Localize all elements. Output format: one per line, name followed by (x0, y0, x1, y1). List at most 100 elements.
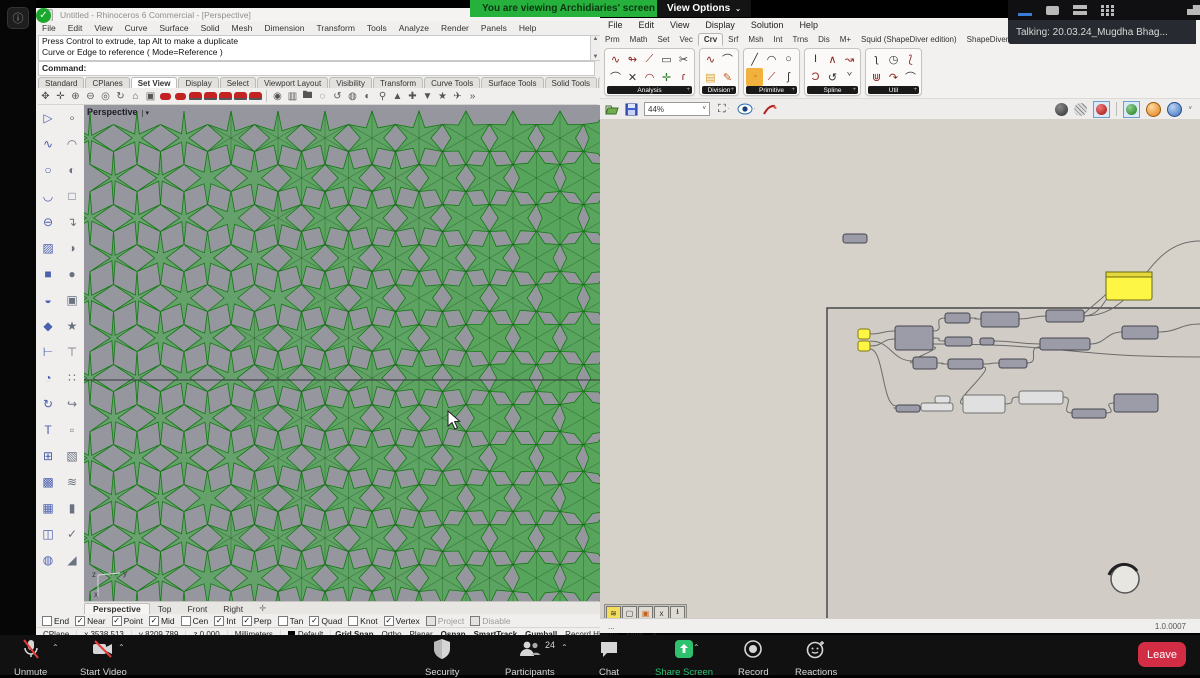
gallery-view-icon[interactable] (1073, 5, 1087, 15)
gh-tab-prm[interactable]: Prm (600, 34, 625, 45)
gh-component[interactable] (935, 396, 950, 403)
rhino-tab-standard[interactable]: Standard (38, 77, 84, 88)
viewport-tab-perspective[interactable]: Perspective (84, 603, 150, 614)
gh-component[interactable] (858, 329, 870, 339)
toolbar-tool-icon[interactable]: ★ (435, 89, 450, 103)
gh-group-label[interactable]: Division+ (702, 86, 736, 94)
toolbar-tool-icon[interactable]: ✛ (53, 89, 68, 103)
gh-tab-msh[interactable]: Msh (743, 34, 768, 45)
zoom-extents-caret-icon[interactable]: · (728, 106, 730, 112)
gh-mini-tool-icon[interactable]: ▣ (638, 606, 653, 618)
sidebar-tool-icon[interactable]: ■ (36, 261, 60, 287)
sidebar-tool-icon[interactable]: ≋ (60, 469, 84, 495)
gh-component-icon[interactable]: ◠ (763, 50, 780, 68)
grid-view-icon[interactable] (1101, 5, 1115, 16)
gh-component-icon[interactable]: ⟋ (763, 68, 780, 86)
sidebar-tool-icon[interactable]: ▩ (36, 469, 60, 495)
gh-group-expand-icon[interactable]: + (791, 87, 795, 93)
gh-menu-display[interactable]: Display (697, 20, 743, 30)
gh-component[interactable] (980, 338, 994, 345)
gh-component-icon[interactable]: ◔ (746, 68, 763, 86)
gh-component-icon[interactable]: ⟅ (902, 50, 919, 68)
display-gem-red-icon[interactable] (1093, 101, 1110, 118)
rhino-menu-tools[interactable]: Tools (361, 23, 393, 33)
gh-component[interactable] (895, 326, 933, 350)
rhino-menu-view[interactable]: View (88, 23, 118, 33)
osnap-checkbox-disable[interactable] (470, 616, 480, 626)
info-icon[interactable]: ⓘ (7, 7, 29, 29)
unmute-caret-icon[interactable]: ⌃ (52, 643, 59, 652)
rhino-menu-surface[interactable]: Surface (153, 23, 194, 33)
sidebar-tool-icon[interactable]: ◐ (60, 157, 84, 183)
gh-component-icon[interactable]: ⌒ (719, 50, 736, 68)
rhino-menu-transform[interactable]: Transform (310, 23, 360, 33)
toolbar-tool-icon[interactable]: ▣ (143, 89, 158, 103)
gh-menu-view[interactable]: View (662, 20, 697, 30)
toolbar-tool-icon[interactable]: ✈ (450, 89, 465, 103)
osnap-checkbox-int[interactable]: ✓ (214, 616, 224, 626)
gh-component-icon[interactable]: ◠ (641, 68, 658, 86)
gh-component-icon[interactable]: ∿ (607, 50, 624, 68)
rhino-tab-set-view[interactable]: Set View (131, 77, 178, 88)
viewport-tab-right[interactable]: Right (215, 604, 251, 614)
sidebar-tool-icon[interactable]: ∘ (60, 105, 84, 131)
rhino-menu-analyze[interactable]: Analyze (393, 23, 435, 33)
toolbar-tool-icon[interactable]: ⊖ (83, 89, 98, 103)
canvas-zoom-select[interactable]: 44%˅ (644, 102, 710, 116)
gh-component-icon[interactable]: ↺ (824, 68, 841, 86)
display-ball-orange-icon[interactable] (1146, 102, 1161, 117)
toolbar-tool-icon[interactable]: ⊕ (68, 89, 83, 103)
rhino-menu-help[interactable]: Help (513, 23, 542, 33)
toolbar-tool-icon[interactable]: ✥ (38, 89, 53, 103)
toolbar-tool-icon[interactable]: ✚ (405, 89, 420, 103)
gh-menu-help[interactable]: Help (791, 20, 826, 30)
gh-component-icon[interactable]: ᘁ (841, 68, 858, 86)
zoom-extents-icon[interactable]: ⛶ (718, 103, 726, 116)
gh-component-icon[interactable]: ∿ (702, 50, 719, 68)
gh-component-icon[interactable]: I (807, 50, 824, 68)
gh-menu-file[interactable]: File (600, 20, 631, 30)
sidebar-tool-icon[interactable]: ◆ (36, 313, 60, 339)
sidebar-tool-icon[interactable]: ◠ (60, 131, 84, 157)
osnap-checkbox-perp[interactable]: ✓ (242, 616, 252, 626)
osnap-checkbox-vertex[interactable]: ✓ (384, 616, 394, 626)
gh-component[interactable] (948, 359, 983, 369)
sidebar-tool-icon[interactable]: ★ (60, 313, 84, 339)
sidebar-tool-icon[interactable]: ▧ (60, 443, 84, 469)
gh-mini-tool-icon[interactable]: x (654, 606, 669, 618)
sidebar-tool-icon[interactable]: ▨ (36, 235, 60, 261)
toolbar-tool-icon[interactable]: ▲ (390, 89, 405, 103)
preview-eye-icon[interactable] (737, 103, 753, 115)
gh-tab-srf[interactable]: Srf (723, 34, 743, 45)
gh-component[interactable] (945, 313, 970, 323)
toolbar-vehicle-tool-icon[interactable] (219, 92, 232, 100)
osnap-checkbox-end[interactable] (42, 616, 52, 626)
osnap-checkbox-mid[interactable]: ✓ (149, 616, 159, 626)
gh-component[interactable] (896, 405, 920, 412)
osnap-checkbox-knot[interactable] (348, 616, 358, 626)
share-screen-button[interactable]: Share Screen (655, 638, 713, 678)
viewport-title[interactable]: Perspective▾ (87, 107, 149, 117)
gh-component-icon[interactable]: ↝ (841, 50, 858, 68)
gh-group-label[interactable]: Spline+ (807, 86, 858, 94)
gh-menu-solution[interactable]: Solution (743, 20, 792, 30)
toolbar-red-tool-icon[interactable] (175, 93, 186, 100)
gh-component-icon[interactable]: ▭ (658, 50, 675, 68)
display-caret-icon[interactable]: ˅ (1188, 106, 1192, 112)
toolbar-tool-icon[interactable]: ◎ (98, 89, 113, 103)
sidebar-tool-icon[interactable]: ◡ (36, 183, 60, 209)
gh-component-icon[interactable]: ○ (780, 50, 797, 68)
fullscreen-exit-icon[interactable] (1187, 5, 1200, 15)
rhino-tab-curve-tools[interactable]: Curve Tools (424, 77, 480, 88)
viewport-tab-top[interactable]: Top (150, 604, 180, 614)
rhino-menu-file[interactable]: File (36, 23, 62, 33)
gh-tab-dis[interactable]: Dis (813, 34, 835, 45)
rhino-tab-transform[interactable]: Transform (373, 77, 423, 88)
leave-button[interactable]: Leave (1138, 642, 1186, 667)
gh-component-icon[interactable]: ʃ (780, 68, 797, 86)
osnap-checkbox-quad[interactable]: ✓ (309, 616, 319, 626)
gh-tab-math[interactable]: Math (625, 34, 653, 45)
start-video-caret-icon[interactable]: ⌃ (118, 643, 125, 652)
open-file-icon[interactable] (605, 103, 620, 116)
toolbar-tool-icon[interactable]: ▥ (285, 89, 300, 103)
